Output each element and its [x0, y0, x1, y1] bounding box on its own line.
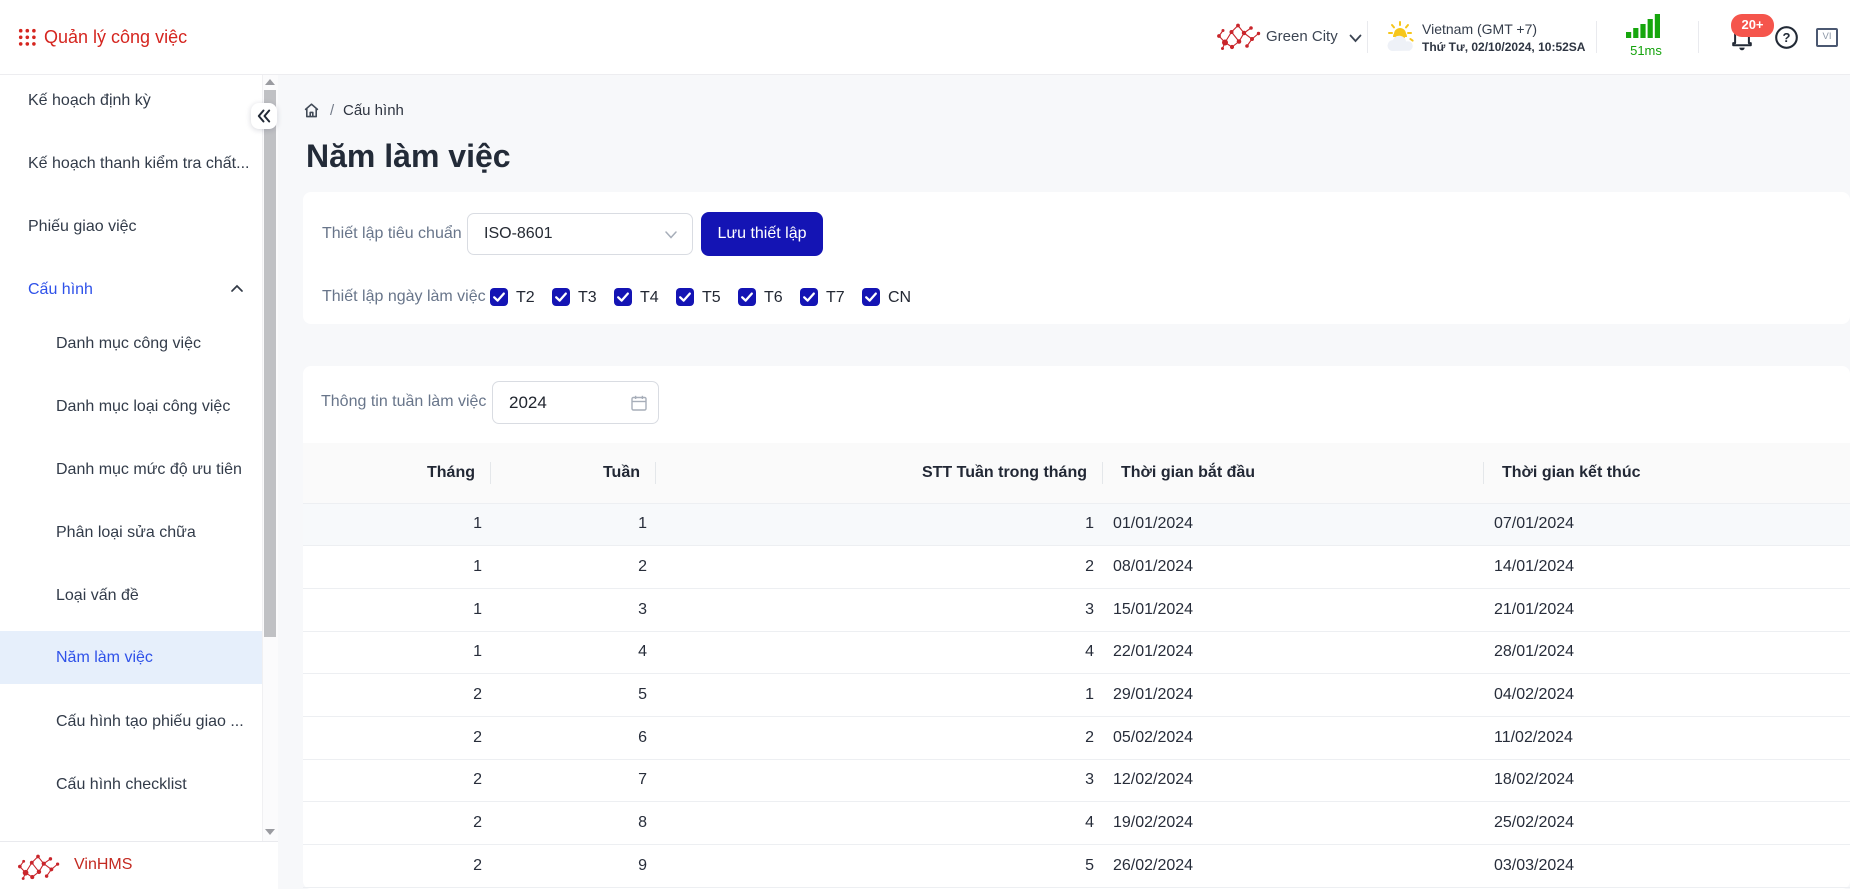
svg-text:?: ?: [1783, 30, 1791, 45]
